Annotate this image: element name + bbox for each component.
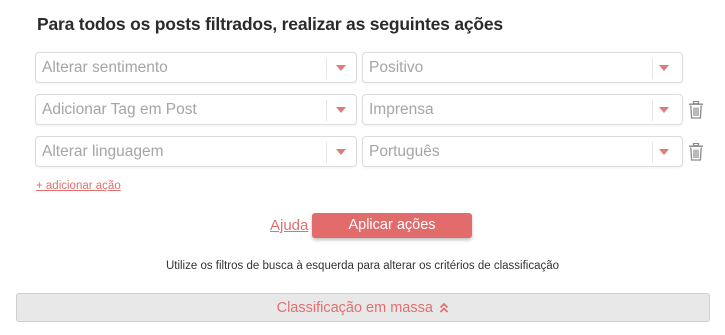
action-value-select[interactable]: Imprensa [362, 94, 683, 125]
trash-icon[interactable] [688, 101, 704, 119]
caret-down-icon[interactable] [659, 107, 669, 113]
caret-down-icon[interactable] [659, 65, 669, 71]
apply-actions-button[interactable]: Aplicar ações [312, 213, 472, 238]
help-link[interactable]: Ajuda [270, 217, 308, 234]
hint-text: Utilize os filtros de busca à esquerda p… [165, 260, 560, 272]
action-value-select[interactable]: Português [362, 136, 683, 167]
action-type-value: Alterar linguagem [42, 143, 164, 160]
mass-classification-toggle[interactable]: Classificação em massa [16, 293, 710, 322]
trash-icon[interactable] [688, 143, 704, 161]
action-value-value: Positivo [369, 59, 424, 76]
select-divider [652, 100, 653, 121]
caret-down-icon[interactable] [336, 149, 346, 155]
caret-down-icon[interactable] [336, 107, 346, 113]
action-type-value: Adicionar Tag em Post [42, 101, 197, 118]
action-type-select[interactable]: Alterar sentimento [35, 52, 357, 83]
action-type-select[interactable]: Adicionar Tag em Post [35, 94, 357, 125]
double-chevron-up-icon [440, 302, 449, 313]
select-divider [652, 58, 653, 79]
mass-classification-label: Classificação em massa [276, 300, 433, 316]
action-type-select[interactable]: Alterar linguagem [35, 136, 357, 167]
select-divider [326, 58, 327, 79]
caret-down-icon[interactable] [659, 149, 669, 155]
panel-title: Para todos os posts filtrados, realizar … [37, 14, 503, 34]
select-divider [326, 142, 327, 163]
select-divider [652, 142, 653, 163]
caret-down-icon[interactable] [336, 65, 346, 71]
action-value-select[interactable]: Positivo [362, 52, 683, 83]
select-divider [326, 100, 327, 121]
action-type-value: Alterar sentimento [42, 59, 168, 76]
add-action-link[interactable]: + adicionar ação [36, 180, 121, 192]
action-value-value: Português [369, 143, 440, 160]
action-value-value: Imprensa [369, 101, 434, 118]
